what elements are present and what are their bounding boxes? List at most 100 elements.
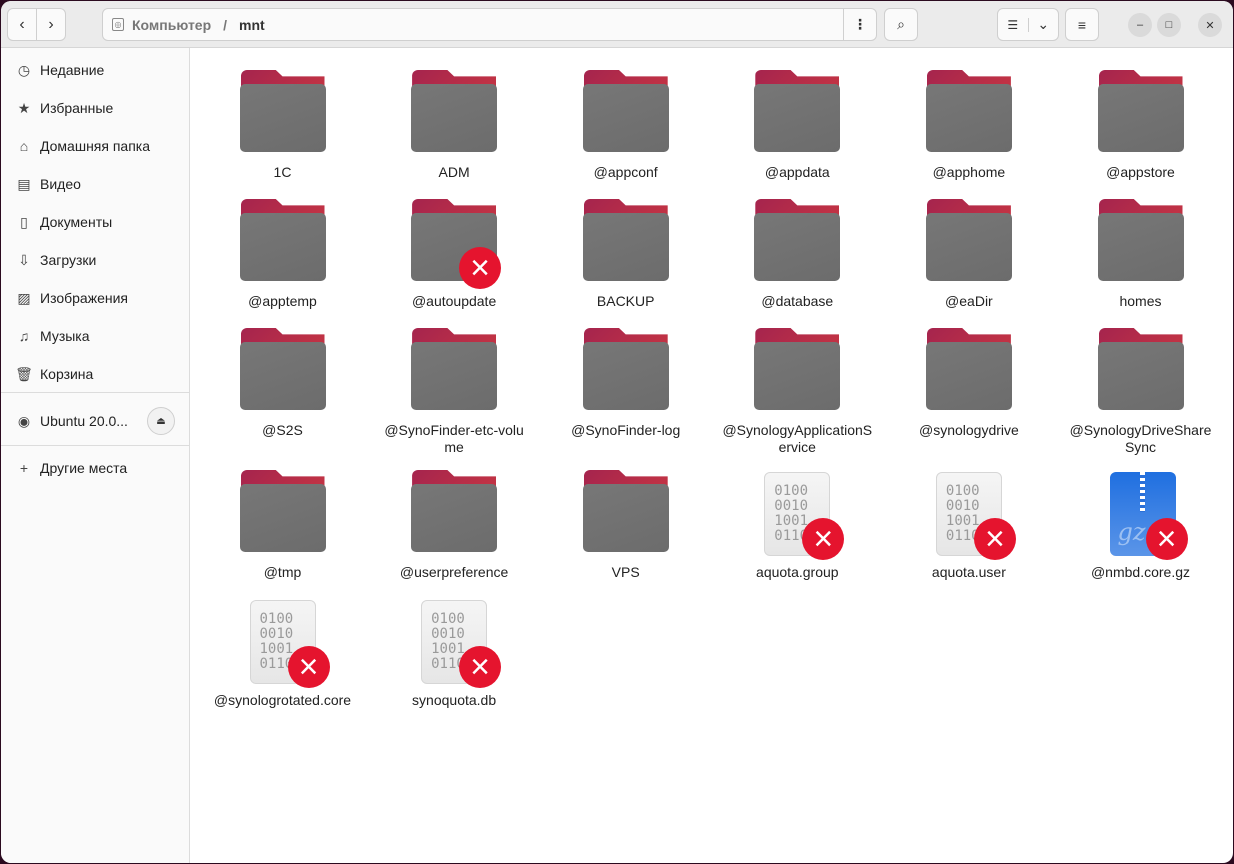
file-item[interactable]: @appconf	[540, 70, 711, 181]
file-name: @nmbd.core.gz	[1090, 564, 1191, 580]
file-item[interactable]: homes	[1055, 199, 1226, 310]
sidebar-item[interactable]: ⇩ Загрузки	[15, 248, 96, 272]
sidebar-item-label: Избранные	[40, 100, 114, 116]
file-name: homes	[1119, 293, 1162, 309]
path-bar[interactable]: ◎ Компьютер / mnt ⋮	[102, 8, 877, 41]
file-item[interactable]: 0100 0010 1001 0110 × synoquota.db	[369, 598, 540, 709]
file-name: @apptemp	[248, 293, 317, 309]
sidebar-item-label: Ubuntu 20.0...	[40, 413, 128, 429]
file-name: @SynologyDriveShareSync	[1069, 422, 1212, 455]
folder-icon	[754, 328, 841, 412]
file-item[interactable]: @tmp	[197, 470, 368, 581]
eject-button[interactable]: ⏏	[147, 407, 175, 435]
file-item[interactable]: 0100 0010 1001 0110 × aquota.group	[712, 470, 883, 581]
maximize-button[interactable]: □	[1157, 13, 1181, 37]
folder-icon	[754, 199, 841, 283]
folder-icon	[1097, 199, 1184, 283]
file-item[interactable]: @S2S	[197, 328, 368, 439]
forward-button[interactable]: ›	[37, 9, 65, 40]
file-name: @SynoFinder-log	[571, 422, 681, 438]
file-name: @database	[761, 293, 834, 309]
search-button[interactable]: ⌕	[884, 8, 918, 41]
sidebar-item[interactable]: ▤ Видео	[15, 172, 81, 196]
file-name: @synologydrive	[918, 422, 1019, 438]
file-name: @autoupdate	[411, 293, 497, 309]
file-item[interactable]: 0100 0010 1001 0110 × aquota.user	[883, 470, 1054, 581]
file-item[interactable]: @eaDir	[883, 199, 1054, 310]
file-item[interactable]: @SynologyApplicationService	[712, 328, 883, 456]
list-view-icon[interactable]: ☰	[998, 17, 1029, 32]
back-button[interactable]: ‹	[8, 9, 37, 40]
divider	[1, 392, 190, 393]
file-item[interactable]: ADM	[369, 70, 540, 181]
folder-icon	[582, 199, 669, 283]
error-icon: ×	[802, 518, 845, 560]
divider	[1, 445, 190, 446]
file-item[interactable]: × @autoupdate	[369, 199, 540, 310]
file-name: @synologrotated.core	[213, 692, 352, 708]
path-menu-button[interactable]: ⋮	[843, 9, 876, 40]
file-name: @appstore	[1106, 164, 1175, 180]
folder-icon	[582, 70, 669, 154]
sidebar-item[interactable]: ♫ Музыка	[15, 324, 90, 348]
breadcrumb-separator: /	[223, 16, 228, 33]
nav-buttons: ‹ ›	[7, 8, 66, 41]
file-item[interactable]: 0100 0010 1001 0110 × @synologrotated.core	[197, 598, 368, 709]
file-item[interactable]: gz × @nmbd.core.gz	[1055, 470, 1226, 581]
main-menu-button[interactable]: ≡	[1065, 8, 1099, 41]
breadcrumb-computer[interactable]: Компьютер	[132, 17, 211, 33]
file-name: @eaDir	[945, 293, 993, 309]
file-item[interactable]: @apptemp	[197, 199, 368, 310]
file-item[interactable]: @database	[712, 199, 883, 310]
view-dropdown-icon[interactable]: ⌄	[1029, 16, 1059, 33]
file-item[interactable]: 1C	[197, 70, 368, 181]
sidebar-item[interactable]: ★ Избранные	[15, 96, 114, 120]
file-manager-window: ‹ › ◎ Компьютер / mnt ⋮ ⌕ ☰ ⌄ ≡ – □ ✕ ◉ …	[1, 1, 1233, 863]
file-item[interactable]: BACKUP	[540, 199, 711, 310]
file-item[interactable]: VPS	[540, 470, 711, 581]
file-item[interactable]: @SynoFinder-log	[540, 328, 711, 439]
sidebar-item[interactable]: ▯ Документы	[15, 210, 112, 234]
file-item[interactable]: @userpreference	[369, 470, 540, 581]
file-item[interactable]: @SynoFinder-etc-volume	[369, 328, 540, 456]
file-name: synoquota.db	[412, 692, 497, 708]
folder-icon	[239, 70, 326, 154]
image-icon: ▨	[17, 289, 31, 306]
file-item[interactable]: @apphome	[883, 70, 1054, 181]
clock-icon: ◷	[17, 61, 31, 78]
file-name: VPS	[611, 564, 640, 580]
binary-file-icon: 0100 0010 1001 0110 ×	[754, 470, 845, 560]
sidebar-item[interactable]: ▨ Изображения	[15, 286, 128, 310]
sidebar-item[interactable]: ◷ Недавние	[15, 58, 104, 82]
folder-icon	[1097, 328, 1184, 412]
folder-icon	[411, 70, 498, 154]
folder-icon	[239, 470, 326, 554]
error-icon: ×	[287, 646, 330, 688]
sidebar-item-other-places[interactable]: + Другие места	[15, 456, 127, 480]
folder-icon	[582, 328, 669, 412]
folder-icon	[925, 70, 1012, 154]
minimize-button[interactable]: –	[1128, 13, 1152, 37]
sidebar-item-ubuntu-drive[interactable]: ◉ Ubuntu 20.0...	[15, 409, 128, 433]
file-item[interactable]: @SynologyDriveShareSync	[1055, 328, 1226, 456]
sidebar-item-label: Загрузки	[40, 252, 97, 268]
download-icon: ⇩	[18, 251, 30, 268]
file-item[interactable]: @synologydrive	[883, 328, 1054, 439]
file-name: BACKUP	[596, 293, 655, 309]
sidebar-item[interactable]: ⌂ Домашняя папка	[15, 134, 150, 158]
sidebar-item[interactable]: 🗑 Корзина	[15, 362, 93, 386]
sidebar-item-label: Видео	[40, 176, 81, 192]
file-item[interactable]: @appstore	[1055, 70, 1226, 181]
folder-icon	[239, 328, 326, 412]
sidebar-item-label: Изображения	[40, 290, 128, 306]
binary-file-icon: 0100 0010 1001 0110 ×	[411, 598, 502, 688]
binary-file-icon: 0100 0010 1001 0110 ×	[926, 470, 1016, 560]
trash-icon: 🗑	[15, 365, 33, 382]
file-name: aquota.user	[931, 564, 1006, 580]
breadcrumb-mnt[interactable]: mnt	[239, 17, 265, 33]
close-button[interactable]: ✕	[1198, 13, 1222, 37]
music-icon: ♫	[18, 328, 30, 344]
file-item[interactable]: @appdata	[712, 70, 883, 181]
sidebar-item-label: Недавние	[40, 62, 105, 78]
file-name: aquota.group	[756, 564, 839, 580]
